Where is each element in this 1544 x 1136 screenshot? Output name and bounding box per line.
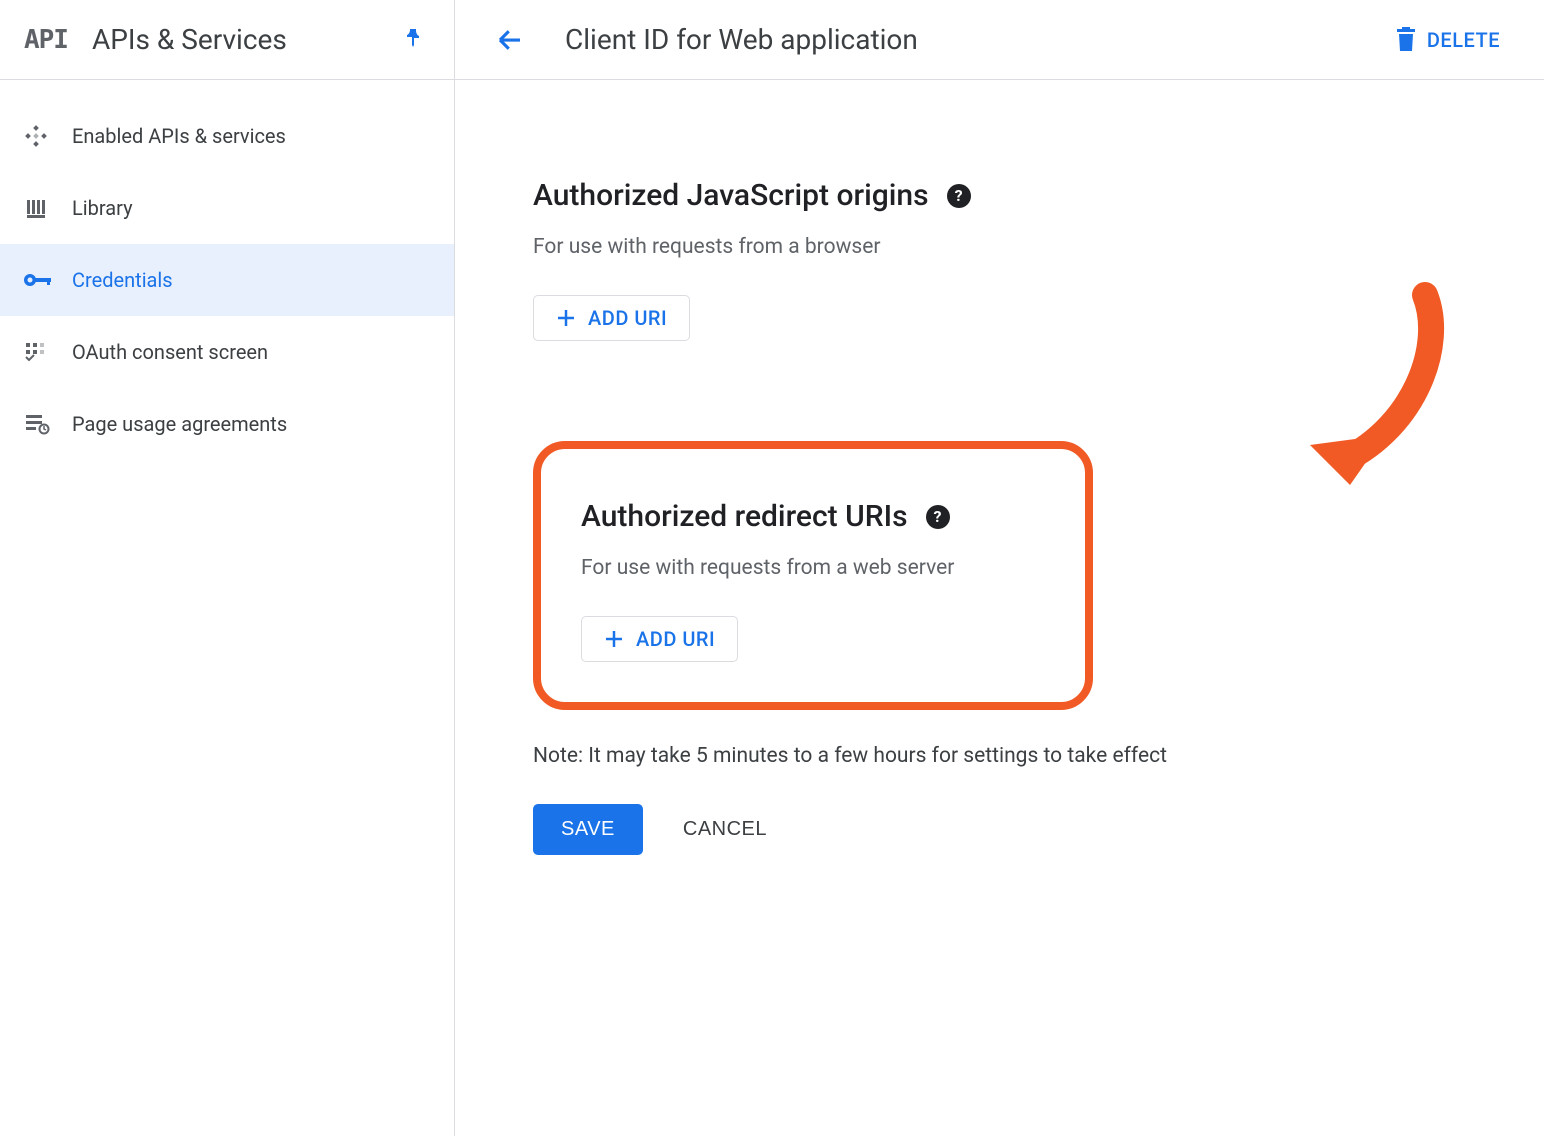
js-origins-desc: For use with requests from a browser [533,235,1472,259]
add-uri-button-js[interactable]: ADD URI [533,295,690,341]
cancel-button[interactable]: CANCEL [683,818,767,841]
sidebar-item-label: Credentials [72,268,430,292]
section-redirect-uris-highlight: Authorized redirect URIs ? For use with … [533,441,1093,710]
sidebar-nav: Enabled APIs & services Library Credenti… [0,80,454,480]
redirect-uris-desc: For use with requests from a web server [581,556,1045,580]
sidebar-item-credentials[interactable]: Credentials [0,244,454,316]
page-title: Client ID for Web application [565,23,1383,56]
sidebar-header: API APIs & Services [0,0,454,80]
sidebar-item-page-usage[interactable]: Page usage agreements [0,388,454,460]
key-icon [24,272,72,288]
sidebar-item-label: Page usage agreements [72,412,430,436]
help-icon[interactable]: ? [947,184,971,208]
consent-screen-icon [24,340,72,364]
library-icon [24,196,72,220]
settings-note: Note: It may take 5 minutes to a few hou… [533,744,1472,768]
add-uri-label: ADD URI [636,627,715,651]
diamond-grid-icon [24,124,72,148]
add-uri-button-redirect[interactable]: ADD URI [581,616,738,662]
help-icon[interactable]: ? [926,505,950,529]
plus-icon [604,629,624,649]
api-logo: API [24,25,68,55]
content-area: Authorized JavaScript origins ? For use … [455,80,1544,895]
back-button[interactable] [487,17,533,63]
sidebar-item-enabled-apis[interactable]: Enabled APIs & services [0,100,454,172]
redirect-uris-title: Authorized redirect URIs [581,499,908,534]
main-area: Client ID for Web application DELETE Aut… [455,0,1544,1136]
add-uri-label: ADD URI [588,306,667,330]
sidebar-item-label: OAuth consent screen [72,340,430,364]
section-js-origins: Authorized JavaScript origins ? For use … [533,178,1472,341]
js-origins-title: Authorized JavaScript origins [533,178,929,213]
section-title: Authorized redirect URIs ? [581,499,1045,534]
plus-icon [556,308,576,328]
sidebar-item-label: Library [72,196,430,220]
sidebar-title: APIs & Services [92,23,396,56]
sidebar-item-oauth-consent[interactable]: OAuth consent screen [0,316,454,388]
sidebar-item-library[interactable]: Library [0,172,454,244]
sidebar-item-label: Enabled APIs & services [72,124,430,148]
action-row: SAVE CANCEL [533,804,1472,855]
delete-label: DELETE [1427,28,1500,52]
sidebar: API APIs & Services Enabled APIs & servi… [0,0,455,1136]
trash-icon [1395,27,1417,53]
main-header: Client ID for Web application DELETE [455,0,1544,80]
delete-button[interactable]: DELETE [1383,19,1512,61]
page-usage-icon [24,413,72,435]
pin-icon[interactable] [396,20,430,60]
save-button[interactable]: SAVE [533,804,643,855]
section-title: Authorized JavaScript origins ? [533,178,1472,213]
